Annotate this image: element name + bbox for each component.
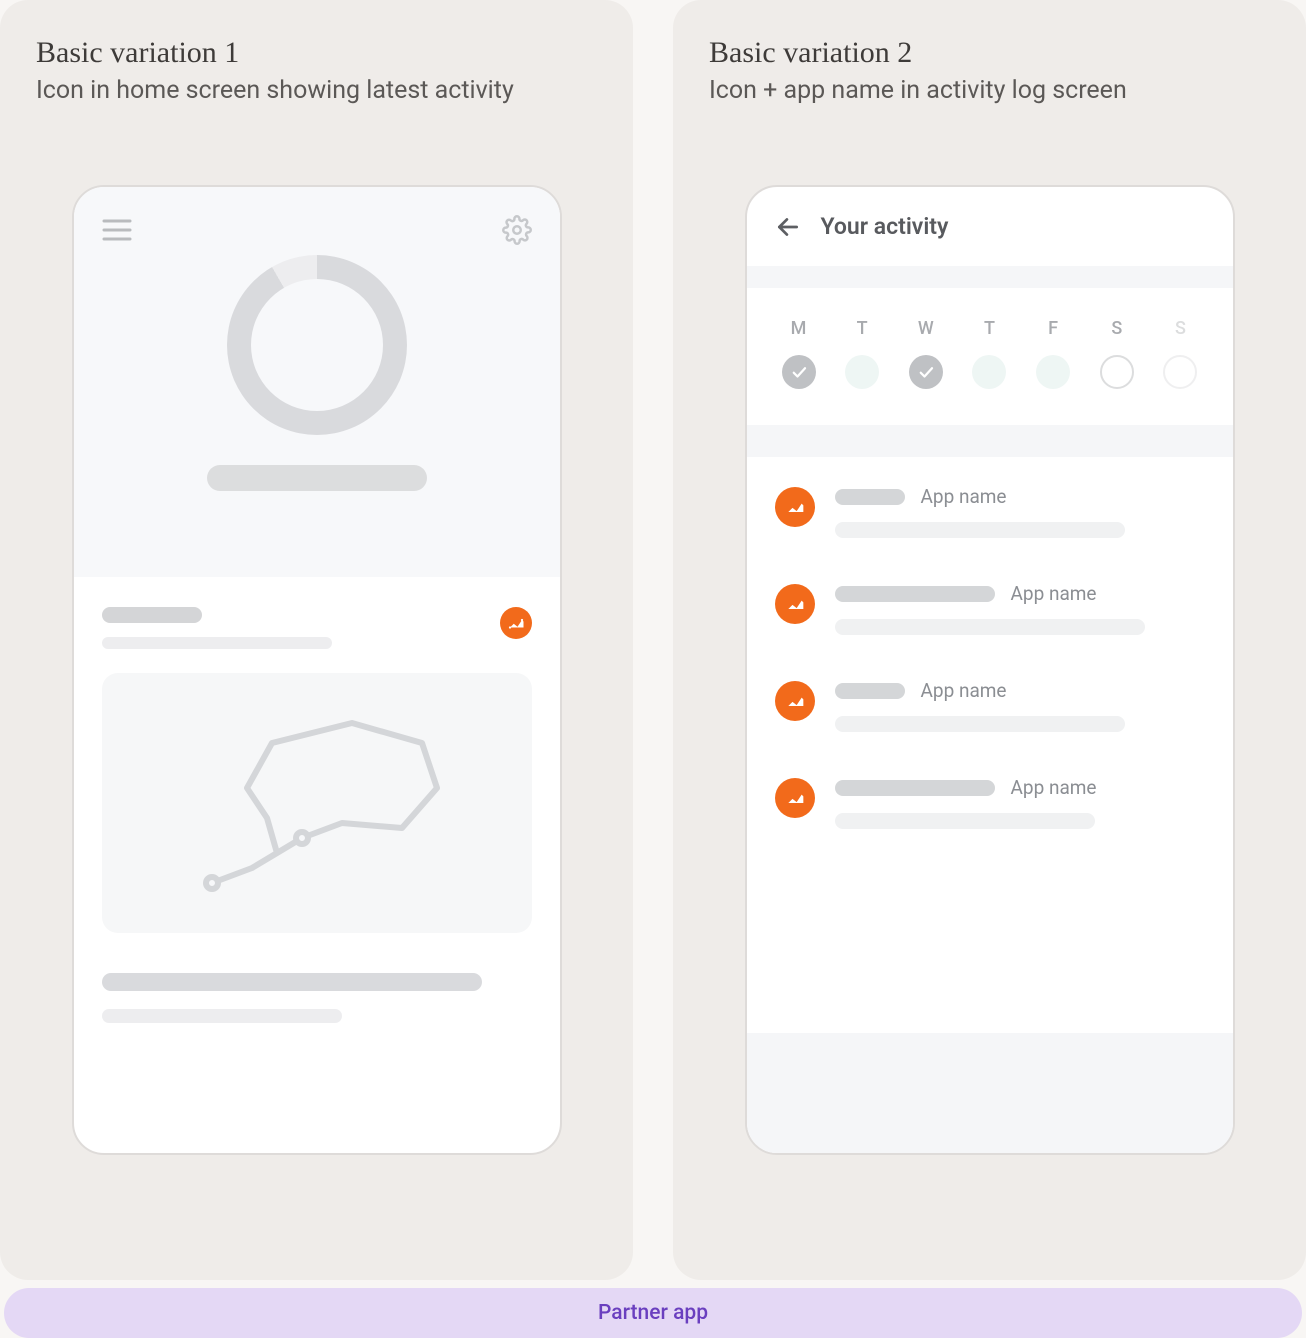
progress-ring-placeholder (227, 255, 407, 435)
section-divider (747, 425, 1233, 457)
activity-row[interactable]: App name (775, 485, 1205, 538)
panel-title: Basic variation 1 (36, 36, 597, 70)
latest-activity-card (74, 577, 560, 933)
text-placeholder (835, 813, 1095, 829)
back-arrow-icon[interactable] (775, 214, 801, 240)
day-label: T (967, 318, 1011, 339)
partner-app-icon (775, 681, 815, 721)
day-sunday[interactable]: S (1158, 318, 1202, 389)
text-placeholder (102, 637, 332, 649)
panel-subtitle: Icon in home screen showing latest activ… (36, 76, 597, 105)
partner-app-icon (775, 487, 815, 527)
activity-row[interactable]: App name (775, 776, 1205, 829)
home-hero-area (74, 187, 560, 577)
app-name-label: App name (1011, 776, 1097, 799)
day-label: W (904, 318, 948, 339)
day-indicator (972, 355, 1006, 389)
section-divider (747, 266, 1233, 288)
day-wednesday[interactable]: W (904, 318, 948, 389)
check-icon (909, 355, 943, 389)
screen-title: Your activity (821, 213, 949, 240)
app-name-label: App name (1011, 582, 1097, 605)
check-icon (782, 355, 816, 389)
appbar (74, 187, 560, 245)
day-label: M (777, 318, 821, 339)
appbar: Your activity (747, 187, 1233, 266)
partner-app-icon (775, 584, 815, 624)
panel-title: Basic variation 2 (709, 36, 1270, 70)
day-tuesday[interactable]: T (840, 318, 884, 389)
day-indicator (845, 355, 879, 389)
day-label: S (1158, 318, 1202, 339)
menu-icon[interactable] (102, 219, 132, 241)
settings-icon[interactable] (502, 215, 532, 245)
text-placeholder (835, 683, 905, 699)
activity-row[interactable]: App name (775, 679, 1205, 732)
day-indicator (1100, 355, 1134, 389)
bottom-spacer (747, 1033, 1233, 1153)
phone-mock-activity-log: Your activity M T W (745, 185, 1235, 1155)
activity-list: App name App name (747, 457, 1233, 829)
day-label: F (1031, 318, 1075, 339)
day-indicator (1163, 355, 1197, 389)
partner-app-icon[interactable] (500, 607, 532, 639)
day-monday[interactable]: M (777, 318, 821, 389)
panel-variation-2: Basic variation 2 Icon + app name in act… (673, 0, 1306, 1280)
legend-label: Partner app (598, 1301, 708, 1325)
text-placeholder (835, 522, 1125, 538)
phone-mock-home (72, 185, 562, 1155)
day-label: S (1095, 318, 1139, 339)
day-saturday[interactable]: S (1095, 318, 1139, 389)
panel-variation-1: Basic variation 1 Icon in home screen sh… (0, 0, 633, 1280)
activity-row[interactable]: App name (775, 582, 1205, 635)
partner-app-icon (775, 778, 815, 818)
bottom-list-placeholder (74, 933, 560, 1023)
app-name-label: App name (921, 679, 1007, 702)
text-placeholder (102, 1009, 342, 1023)
text-placeholder (835, 586, 995, 602)
legend-partner-app: Partner app (4, 1288, 1302, 1338)
route-map-placeholder (102, 673, 532, 933)
text-placeholder (102, 973, 482, 991)
day-label: T (840, 318, 884, 339)
day-indicator (1036, 355, 1070, 389)
weekday-row: M T W T (747, 288, 1233, 425)
panel-subtitle: Icon + app name in activity log screen (709, 76, 1270, 105)
text-placeholder (835, 489, 905, 505)
text-placeholder (835, 619, 1145, 635)
day-friday[interactable]: F (1031, 318, 1075, 389)
text-placeholder (835, 716, 1125, 732)
text-placeholder (835, 780, 995, 796)
app-name-label: App name (921, 485, 1007, 508)
text-placeholder (207, 465, 427, 491)
text-placeholder (102, 607, 202, 623)
day-thursday[interactable]: T (967, 318, 1011, 389)
